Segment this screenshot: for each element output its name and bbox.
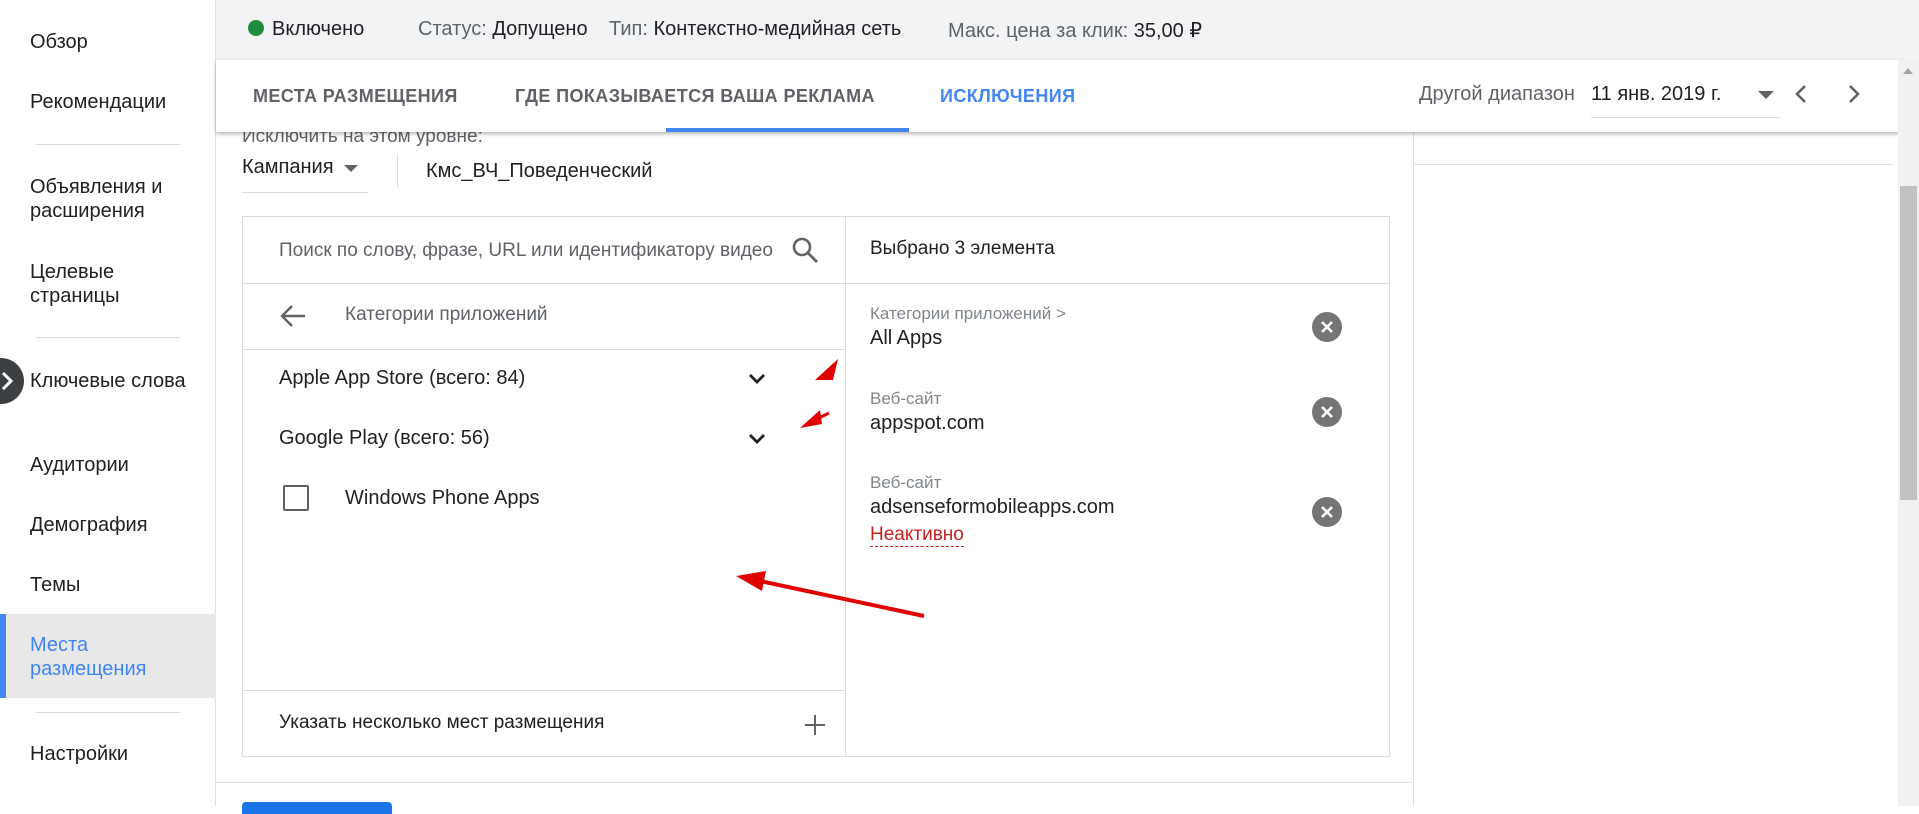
selected-item-category: Веб-сайт	[870, 389, 942, 408]
sidebar-item-topics[interactable]: Темы	[30, 573, 200, 597]
sidebar-item-landing-pages[interactable]: Целевые страницы	[30, 260, 200, 308]
tab-bar: МЕСТА РАЗМЕЩЕНИЯ ГДЕ ПОКАЗЫВАЕТСЯ ВАША Р…	[216, 60, 1904, 132]
nav-divider	[36, 337, 180, 338]
windows-phone-apps-checkbox[interactable]	[283, 485, 309, 511]
chevron-down-icon[interactable]	[747, 431, 767, 447]
left-navigation: Обзор Рекомендации Объявления и расширен…	[0, 0, 216, 806]
sidebar-item-keywords[interactable]: Ключевые слова	[30, 369, 200, 393]
chevron-down-icon[interactable]	[747, 371, 767, 387]
nav-active-indicator	[0, 614, 6, 698]
tab-where-ads-showed[interactable]: ГДЕ ПОКАЗЫВАЕТСЯ ВАША РЕКЛАМА	[515, 86, 875, 107]
type-value: Контекстно-медийная сеть	[653, 18, 902, 40]
selected-count: Выбрано 3 элемента	[870, 238, 1055, 259]
tab-placements[interactable]: МЕСТА РАЗМЕЩЕНИЯ	[253, 86, 458, 107]
exclusions-editor: Исключить на этом уровне: Кампания Кмс_В…	[216, 126, 1413, 814]
selected-item: Категории приложений > All Apps	[870, 303, 1330, 351]
nav-divider	[36, 712, 180, 713]
status-dot-icon	[248, 20, 264, 36]
remove-item-button[interactable]	[1312, 312, 1342, 342]
sidebar-item-overview[interactable]: Обзор	[30, 30, 200, 54]
campaign-state[interactable]: Включено	[248, 18, 364, 41]
search-icon[interactable]	[791, 236, 819, 264]
selected-item-category: Веб-сайт	[870, 473, 942, 492]
bulk-add-row[interactable]: Указать несколько мест размещения	[243, 690, 845, 757]
selected-item-value: All Apps	[870, 327, 943, 349]
divider	[1414, 164, 1893, 165]
category-item-google-play[interactable]: Google Play (всего: 56)	[279, 427, 490, 450]
selected-item-category: Категории приложений >	[870, 304, 1066, 323]
type-label: Тип:	[609, 18, 648, 40]
close-icon	[1321, 406, 1333, 418]
max-cpc-value: 35,00 ₽	[1133, 20, 1203, 42]
sidebar-item-demographics[interactable]: Демография	[30, 513, 200, 537]
sidebar-item-settings[interactable]: Настройки	[30, 742, 200, 766]
chevron-right-icon[interactable]	[1844, 82, 1864, 106]
dropdown-caret-icon	[1758, 91, 1774, 99]
status-label: Статус:	[418, 18, 487, 40]
nav-divider	[36, 144, 180, 145]
campaign-type: Тип: Контекстно-медийная сеть	[609, 18, 901, 41]
status-value: Допущено	[492, 18, 588, 40]
max-cpc-label: Макс. цена за клик:	[948, 20, 1129, 42]
chevron-right-icon	[1, 371, 14, 391]
save-button[interactable]	[242, 802, 392, 814]
tab-exclusions[interactable]: ИСКЛЮЧЕНИЯ	[940, 86, 1075, 107]
date-range-label: Другой диапазон	[1419, 83, 1575, 105]
selected-header: Выбрано 3 элемента	[846, 217, 1389, 284]
selected-item: Веб-сайт adsenseformobileapps.com Неакти…	[870, 472, 1330, 547]
sidebar-item-recommendations[interactable]: Рекомендации	[30, 90, 200, 114]
page-scrollbar[interactable]	[1898, 60, 1919, 806]
placement-search-input[interactable]	[279, 237, 789, 265]
plus-icon[interactable]	[803, 713, 827, 737]
sidebar-item-placements[interactable]: Места размещения	[30, 633, 200, 681]
expand-sidebar-button[interactable]	[0, 358, 24, 404]
category-title: Категории приложений	[345, 304, 548, 325]
sidebar-item-audiences[interactable]: Аудитории	[30, 453, 200, 477]
category-header: Категории приложений	[243, 283, 845, 350]
close-icon	[1321, 506, 1333, 518]
exclusion-level-select[interactable]: Кампания	[242, 152, 368, 193]
date-range-select[interactable]: 11 янв. 2019 г.	[1591, 74, 1780, 118]
remove-item-button[interactable]	[1312, 497, 1342, 527]
selected-item: Веб-сайт appspot.com	[870, 388, 1330, 436]
date-range-value: 11 янв. 2019 г.	[1591, 83, 1722, 105]
remove-item-button[interactable]	[1312, 397, 1342, 427]
placement-browser: Категории приложений Apple App Store (вс…	[243, 217, 846, 756]
windows-phone-apps-label: Windows Phone Apps	[345, 487, 540, 509]
placement-picker: Категории приложений Apple App Store (вс…	[242, 216, 1390, 757]
campaign-state-label: Включено	[272, 18, 365, 40]
selected-item-value: adsenseformobileapps.com	[870, 496, 1115, 518]
dropdown-caret-icon	[344, 165, 358, 172]
search-row	[243, 217, 845, 284]
divider	[397, 154, 398, 188]
active-tab-indicator	[666, 128, 909, 132]
category-item-apple-app-store[interactable]: Apple App Store (всего: 84)	[279, 367, 525, 390]
chevron-left-icon[interactable]	[1791, 82, 1811, 106]
bulk-add-label: Указать несколько мест размещения	[279, 712, 605, 733]
selected-placements: Выбрано 3 элемента Категории приложений …	[846, 217, 1389, 756]
sidebar-item-ads-extensions[interactable]: Объявления и расширения	[30, 175, 200, 223]
exclusion-level-value: Кампания	[242, 156, 334, 178]
inactive-status-link[interactable]: Неактивно	[870, 524, 964, 547]
campaign-name: Кмс_ВЧ_Поведенческий	[426, 160, 653, 182]
close-icon	[1321, 321, 1333, 333]
right-column	[1413, 132, 1893, 806]
scroll-up-icon[interactable]	[1903, 68, 1913, 74]
campaign-status-bar: Включено Статус: Допущено Тип: Контекстн…	[216, 0, 1919, 60]
divider	[216, 782, 1413, 783]
max-cpc: Макс. цена за клик: 35,00 ₽	[948, 18, 1202, 43]
scrollbar-thumb[interactable]	[1900, 186, 1917, 500]
approval-status: Статус: Допущено	[418, 18, 588, 41]
selected-item-value: appspot.com	[870, 412, 985, 434]
back-arrow-icon[interactable]	[279, 303, 307, 329]
